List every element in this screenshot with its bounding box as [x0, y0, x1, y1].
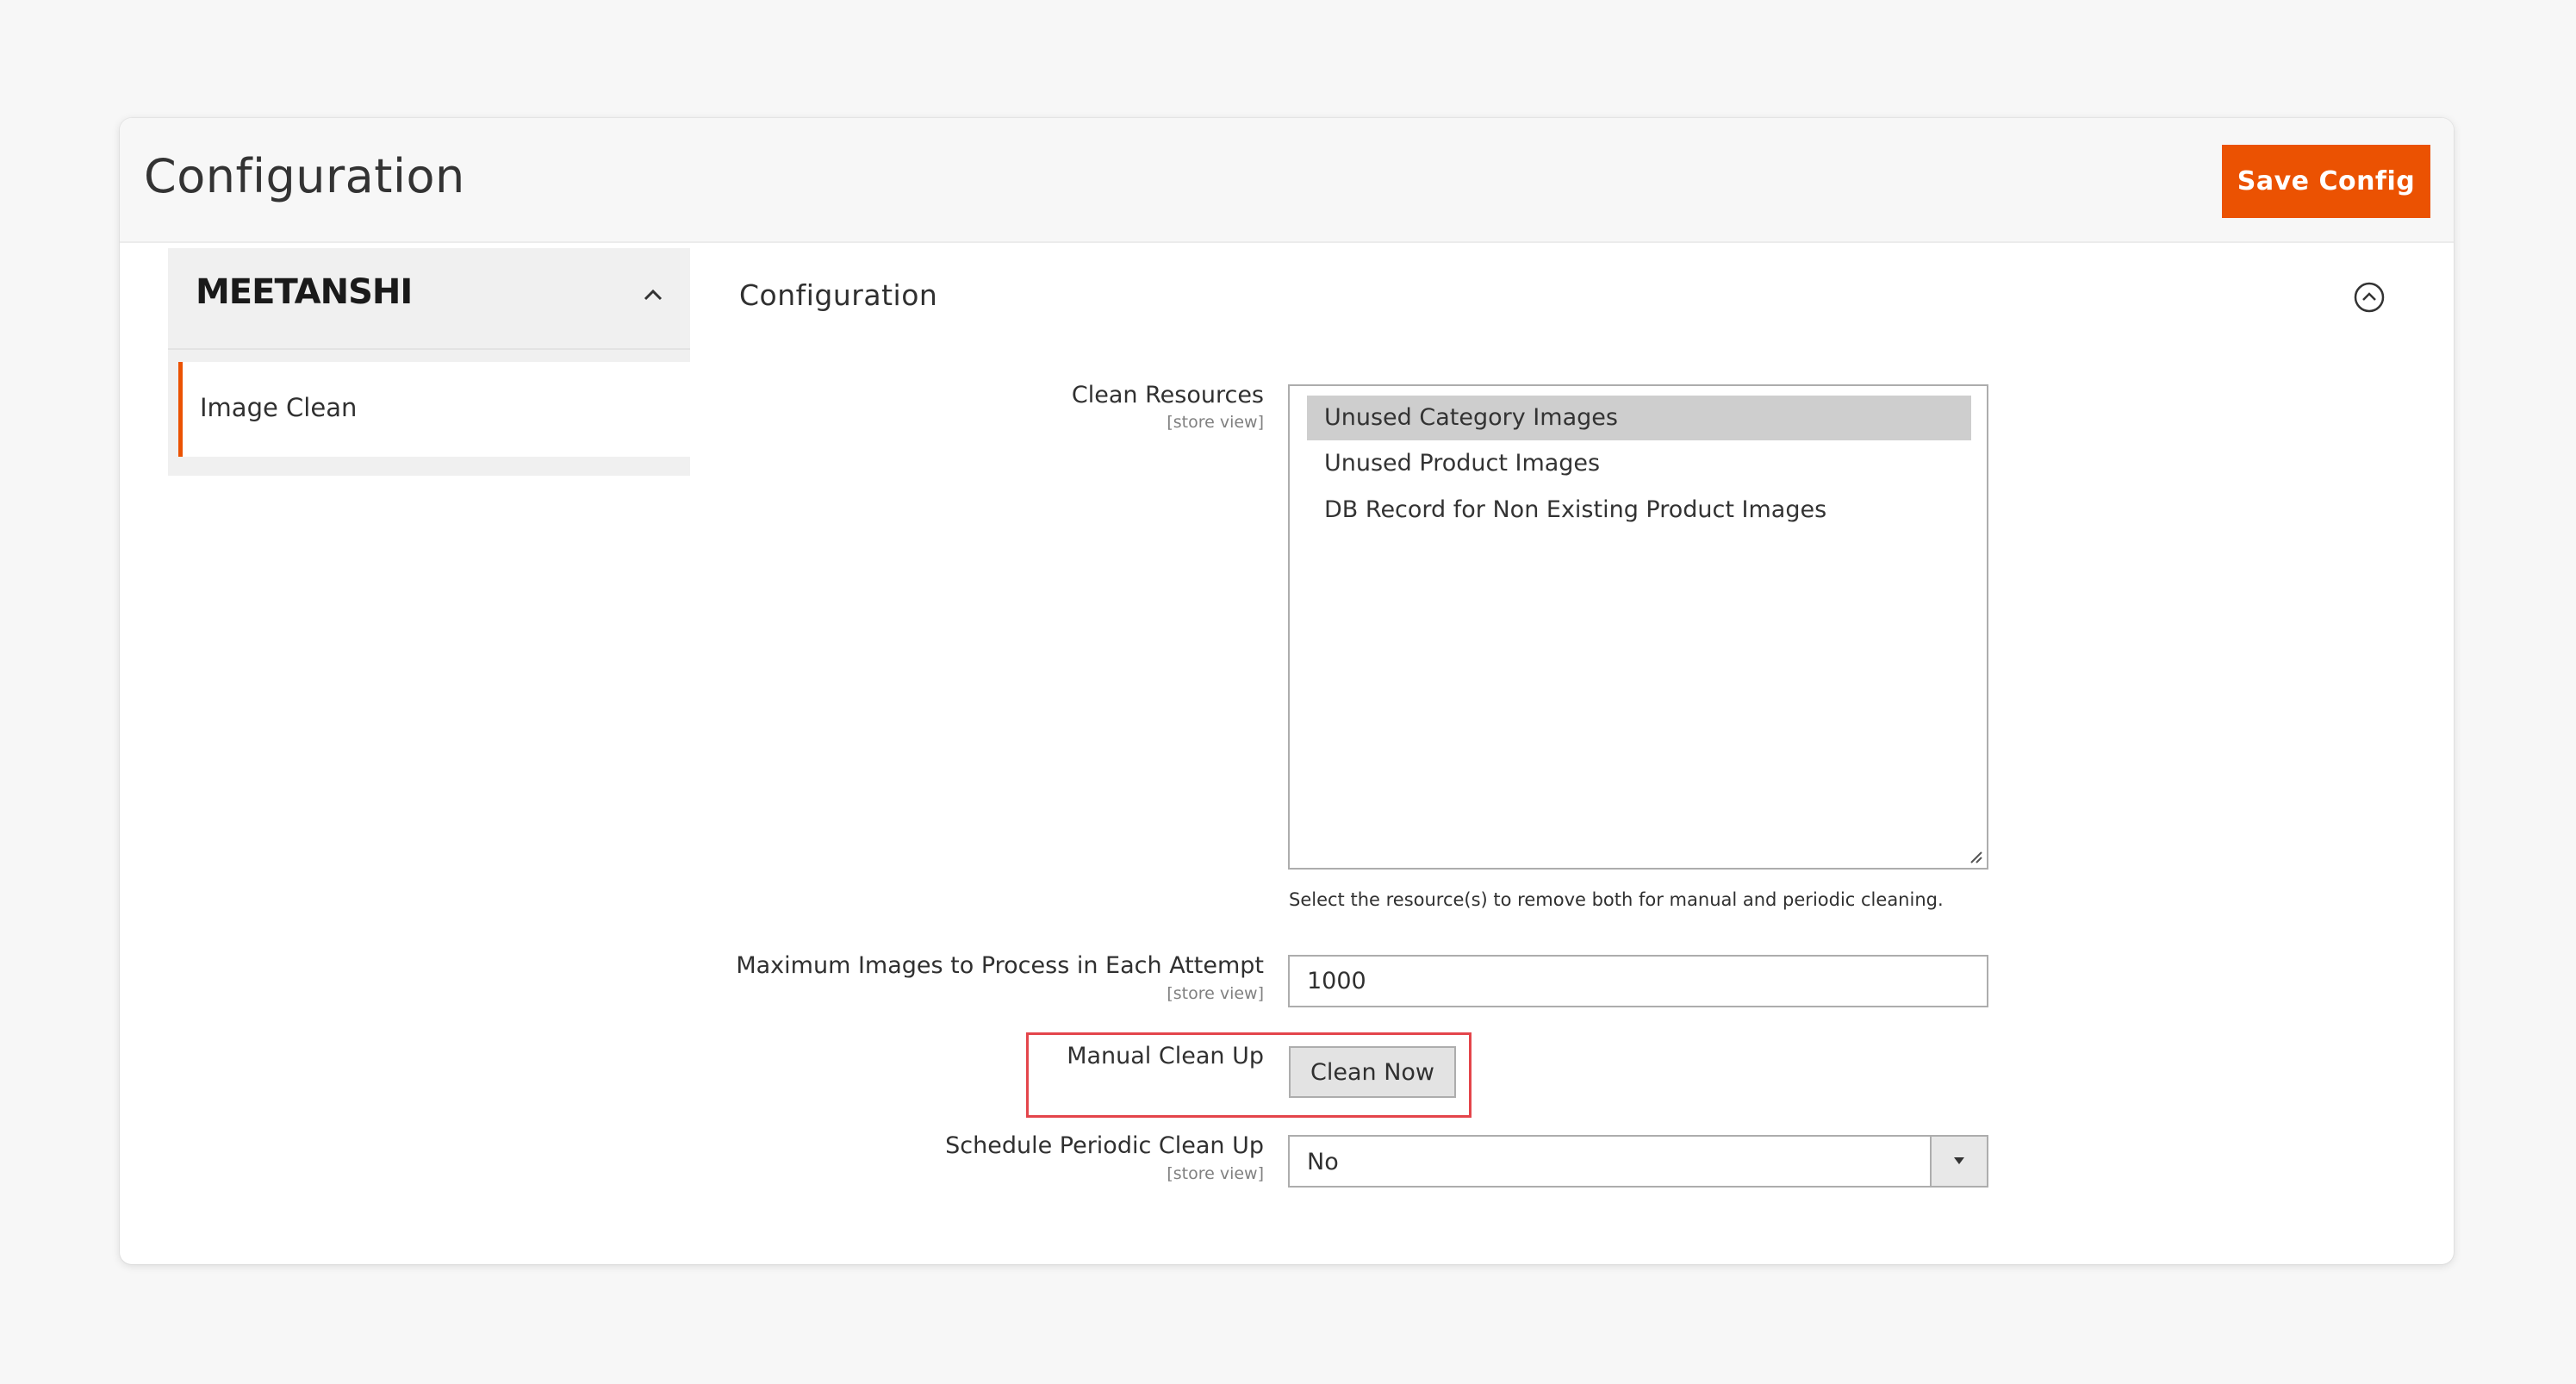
select-arrow[interactable]: [1930, 1137, 1987, 1186]
schedule-label: Schedule Periodic Clean Up: [945, 1132, 1264, 1159]
clean-now-button[interactable]: Clean Now: [1289, 1046, 1456, 1098]
collapse-circle-icon[interactable]: [2353, 281, 2386, 314]
configuration-panel: Configuration Save Config MEETANSHI Imag…: [120, 118, 2454, 1264]
save-config-button[interactable]: Save Config: [2222, 145, 2430, 218]
option-unused-product-images[interactable]: Unused Product Images: [1307, 441, 1971, 486]
clean-resources-label: Clean Resources: [1071, 382, 1264, 408]
clean-resources-scope: [store view]: [1167, 413, 1264, 432]
clean-resources-multiselect[interactable]: Unused Category Images Unused Product Im…: [1288, 384, 1988, 870]
sidebar: MEETANSHI Image Clean: [168, 248, 690, 476]
section-title[interactable]: Configuration: [739, 278, 937, 312]
clean-resources-note: Select the resource(s) to remove both fo…: [1289, 889, 1944, 910]
chevron-up-icon[interactable]: [640, 283, 666, 309]
page-title: Configuration: [144, 149, 465, 203]
resize-grip-icon[interactable]: [1968, 849, 1983, 864]
option-db-record-non-existing[interactable]: DB Record for Non Existing Product Image…: [1307, 488, 1971, 533]
max-images-input[interactable]: [1288, 955, 1988, 1007]
brand-logo: MEETANSHI: [196, 272, 413, 312]
page-header: Configuration Save Config: [120, 118, 2454, 243]
max-images-label: Maximum Images to Process in Each Attemp…: [736, 952, 1264, 979]
caret-down-icon: [1954, 1157, 1964, 1164]
manual-clean-label: Manual Clean Up: [1067, 1043, 1264, 1069]
schedule-select[interactable]: No: [1288, 1135, 1988, 1188]
schedule-select-value: No: [1307, 1149, 1339, 1175]
sidebar-item-image-clean[interactable]: Image Clean: [178, 362, 690, 457]
sidebar-group-header[interactable]: MEETANSHI: [168, 248, 690, 350]
sidebar-item-label: Image Clean: [200, 393, 358, 422]
schedule-scope: [store view]: [1167, 1164, 1264, 1183]
max-images-scope: [store view]: [1167, 984, 1264, 1003]
option-unused-category-images[interactable]: Unused Category Images: [1307, 396, 1971, 440]
